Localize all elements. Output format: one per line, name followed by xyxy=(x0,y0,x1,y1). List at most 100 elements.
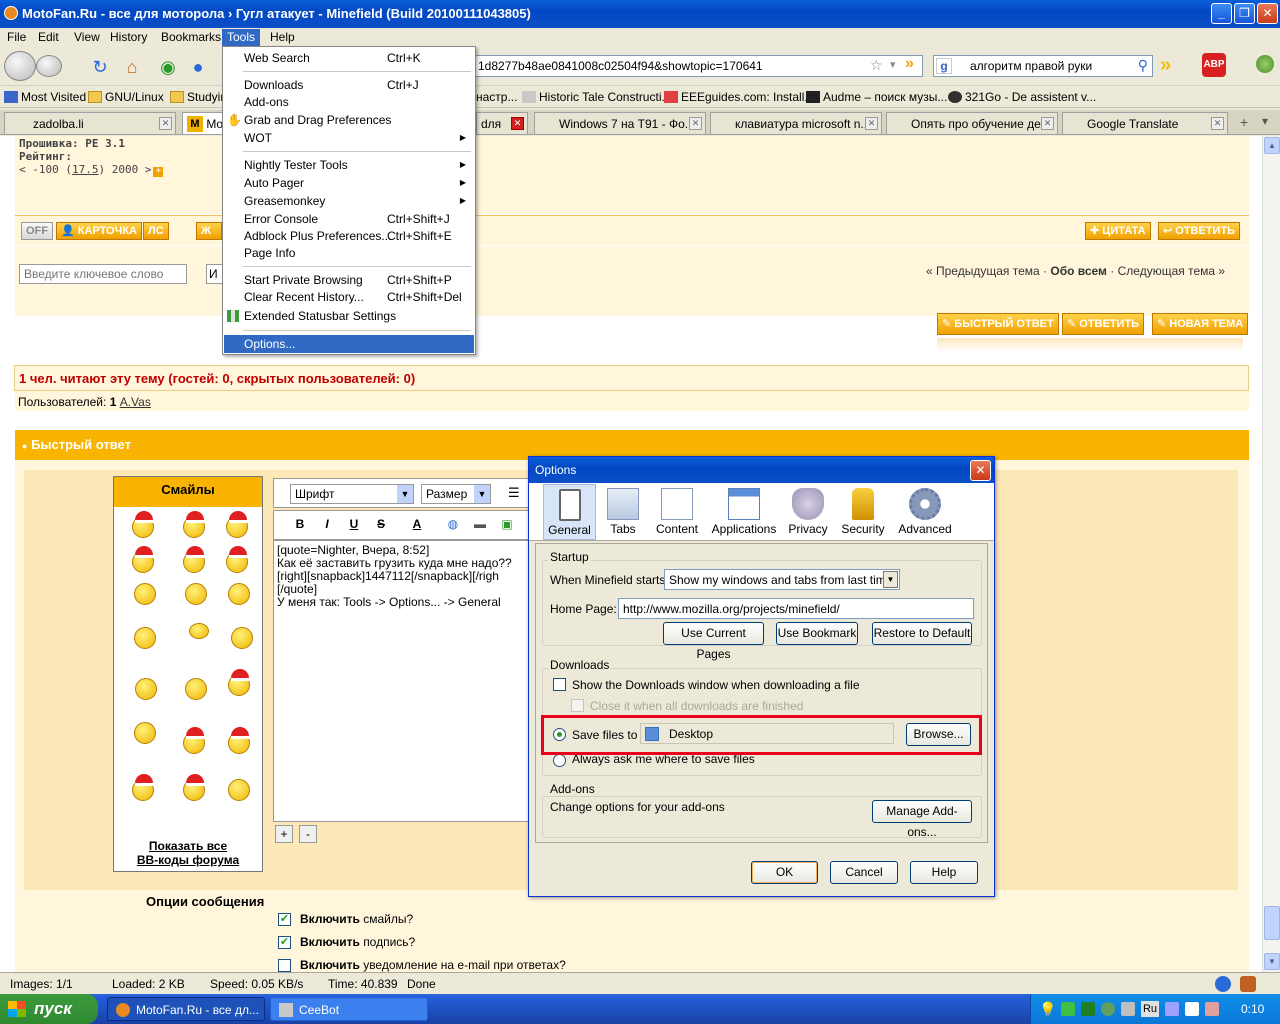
menu-item-page-info[interactable]: Page Info xyxy=(224,244,474,262)
santa-smiley-icon[interactable] xyxy=(183,546,205,573)
close-tab-icon[interactable]: ✕ xyxy=(511,117,524,130)
menu-item-adblock-prefs[interactable]: Adblock Plus Preferences... Ctrl+Shift+E xyxy=(224,227,474,245)
close-button[interactable]: ✕ xyxy=(1257,3,1278,24)
scroll-thumb[interactable] xyxy=(1264,906,1280,940)
dropdown-arrow-icon[interactable]: ▾ xyxy=(890,58,896,71)
italic-icon[interactable]: I xyxy=(317,514,337,534)
tab-training[interactable]: Опять про обучение де... ✕ xyxy=(886,112,1058,134)
rating-value[interactable]: 17.5 xyxy=(72,163,99,176)
menu-view[interactable]: View xyxy=(69,29,105,46)
help-button[interactable]: Help xyxy=(910,861,978,884)
crazy-smiley-icon[interactable] xyxy=(228,583,250,605)
menu-file[interactable]: File xyxy=(2,29,31,46)
scroll-down-icon[interactable]: ▼ xyxy=(1264,953,1280,970)
google-icon[interactable]: g xyxy=(936,58,952,74)
green-circle-icon[interactable]: ◉ xyxy=(156,56,180,78)
menu-bookmarks[interactable]: Bookmarks xyxy=(156,29,226,46)
search-icon[interactable]: ⚲ xyxy=(1138,57,1148,74)
ap-status-icon[interactable] xyxy=(1215,976,1231,992)
thinking-smiley-icon[interactable] xyxy=(185,678,207,700)
pm-button[interactable]: ЛС xyxy=(143,222,169,240)
expand-editor-button[interactable]: + xyxy=(275,825,293,843)
use-bookmark-button[interactable]: Use Bookmark xyxy=(776,622,858,645)
ap-icon[interactable]: ● xyxy=(186,56,210,78)
tab-google-translate[interactable]: Google Translate ✕ xyxy=(1062,112,1228,134)
ok-button[interactable]: OK xyxy=(751,861,818,884)
pane-privacy[interactable]: Privacy xyxy=(787,484,829,540)
pane-general[interactable]: General xyxy=(543,484,596,540)
quote-button[interactable]: ✚ ЦИТАТА xyxy=(1085,222,1151,240)
close-tab-icon[interactable]: ✕ xyxy=(689,117,702,130)
font-select[interactable]: Шрифт ▼ xyxy=(290,484,414,504)
when-starts-select[interactable]: Show my windows and tabs from last time ▼ xyxy=(664,569,900,590)
smiley-icon[interactable] xyxy=(231,627,253,649)
angry-smiley-icon[interactable] xyxy=(135,678,157,700)
menu-item-options[interactable]: Options... xyxy=(224,335,474,353)
taskbar-item-ceebot[interactable]: CeeBot xyxy=(270,997,428,1021)
new-topic-button[interactable]: ✎ НОВАЯ ТЕМА xyxy=(1152,313,1249,335)
bookmark-historic-tale[interactable]: Historic Tale Constructi... xyxy=(522,90,672,104)
forward-arrow-icon[interactable] xyxy=(36,55,62,77)
smiley-icon[interactable] xyxy=(185,583,207,605)
bookmark-gnu-linux[interactable]: GNU/Linux xyxy=(88,90,164,104)
menu-item-nightly-tester[interactable]: Nightly Tester Tools ▶ xyxy=(224,156,474,174)
dropdown-arrow-icon[interactable]: ▼ xyxy=(883,571,898,588)
bookmark-321go[interactable]: 321Go - De assistent v... xyxy=(948,90,1096,104)
dialog-close-button[interactable]: ✕ xyxy=(970,460,991,481)
home-icon[interactable]: ⌂ xyxy=(120,56,144,78)
menu-edit[interactable]: Edit xyxy=(33,29,64,46)
rock-smiley-icon[interactable] xyxy=(228,779,250,801)
pane-content[interactable]: Content xyxy=(653,484,701,540)
bold-icon[interactable]: B xyxy=(290,514,310,534)
overflow-chevron-icon[interactable]: » xyxy=(1160,54,1171,77)
taskbar-item-firefox[interactable]: MotoFan.Ru - все дл... xyxy=(107,997,265,1021)
dropdown-arrow-icon[interactable]: ▼ xyxy=(397,485,413,503)
prev-topic-link[interactable]: « Предыдущая тема xyxy=(926,264,1040,278)
show-all-link[interactable]: Показать все BB-коды форума xyxy=(113,839,263,867)
off-button[interactable]: OFF xyxy=(21,222,53,240)
pane-security[interactable]: Security xyxy=(841,484,885,540)
bookmark-most-visited[interactable]: Most Visited xyxy=(4,90,86,104)
menu-item-downloads[interactable]: Downloads Ctrl+J xyxy=(224,76,474,94)
complaint-button[interactable]: Ж xyxy=(196,222,222,240)
menu-item-web-search[interactable]: Web Search Ctrl+K xyxy=(224,49,474,67)
menu-item-wot[interactable]: WOT ▶ xyxy=(224,129,474,147)
email-notify-checkbox[interactable] xyxy=(278,959,291,972)
scroll-up-icon[interactable]: ▲ xyxy=(1264,137,1280,154)
url-bar[interactable]: 1d8277b48ae0841008c02504f94&showtopic=17… xyxy=(473,55,923,77)
menu-item-grab-drag[interactable]: ✋ Grab and Drag Preferences xyxy=(224,111,474,129)
cancel-button[interactable]: Cancel xyxy=(830,861,898,884)
go-arrow-icon[interactable]: » xyxy=(905,55,914,73)
menu-item-greasemonkey[interactable]: Greasemonkey ▶ xyxy=(224,192,474,210)
volume-icon[interactable] xyxy=(1185,1002,1199,1016)
use-current-pages-button[interactable]: Use Current Pages xyxy=(663,622,764,661)
reply-button[interactable]: ✎ ОТВЕТИТЬ xyxy=(1062,313,1145,335)
enable-signature-checkbox[interactable]: ✔ xyxy=(278,936,291,949)
back-arrow-icon[interactable] xyxy=(4,51,36,81)
maximize-button[interactable]: ❐ xyxy=(1234,3,1255,24)
greasemonkey-icon[interactable] xyxy=(1256,55,1274,73)
reply-button-small[interactable]: ↩ ОТВЕТИТЬ xyxy=(1158,222,1241,240)
image-icon[interactable]: ▣ xyxy=(497,514,517,534)
language-indicator[interactable]: Ru xyxy=(1141,1001,1159,1017)
dropdown-arrow-icon[interactable]: ▼ xyxy=(474,485,490,503)
show-downloads-checkbox[interactable] xyxy=(553,678,566,691)
tray-app-icon[interactable] xyxy=(1121,1002,1135,1016)
santa-smiley-icon[interactable] xyxy=(132,774,154,801)
font-color-icon[interactable]: A xyxy=(407,514,427,534)
tray-app-icon[interactable] xyxy=(1205,1002,1219,1016)
close-tab-icon[interactable]: ✕ xyxy=(865,117,878,130)
strikethrough-icon[interactable]: S xyxy=(371,514,391,534)
menu-item-clear-history[interactable]: Clear Recent History... Ctrl+Shift+Del xyxy=(224,288,474,306)
menu-item-auto-pager[interactable]: Auto Pager ▶ xyxy=(224,174,474,192)
tab-windows7[interactable]: Windows 7 на T91 - Фо... ✕ xyxy=(534,112,706,134)
manage-addons-button[interactable]: Manage Add-ons... xyxy=(872,800,972,839)
start-button[interactable]: пуск xyxy=(0,994,98,1024)
close-tab-icon[interactable]: ✕ xyxy=(1041,117,1054,130)
tab-keyboard[interactable]: клавиатура microsoft n... ✕ xyxy=(710,112,882,134)
shrink-editor-button[interactable]: - xyxy=(299,825,317,843)
star-icon[interactable]: ☆ xyxy=(870,57,883,74)
santa-smiley-icon[interactable] xyxy=(183,774,205,801)
tab-list-icon[interactable]: ▾ xyxy=(1262,114,1268,128)
network-icon[interactable] xyxy=(1165,1002,1179,1016)
